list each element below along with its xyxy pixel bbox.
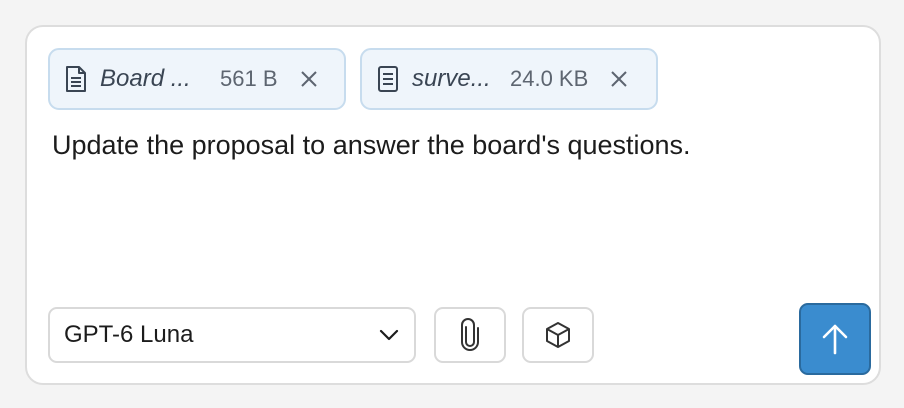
message-composer: Board ... 561 B surve... 24.0 KB Update … [25,25,881,385]
send-button[interactable] [799,303,871,375]
paperclip-icon [459,318,481,352]
cube-icon [543,320,573,350]
close-icon[interactable] [608,68,630,90]
attachment-chip[interactable]: surve... 24.0 KB [360,48,658,110]
tools-button[interactable] [522,307,594,363]
document-icon [376,65,400,93]
document-icon [64,65,88,93]
attachment-name: Board ... [100,65,191,92]
attachment-name: surve... [412,65,491,92]
arrow-up-icon [820,322,850,356]
attachment-size: 561 B [220,66,278,91]
model-select[interactable]: GPT-6 Luna [48,307,416,363]
close-icon[interactable] [298,68,320,90]
attachment-chip[interactable]: Board ... 561 B [48,48,346,110]
message-input[interactable]: Update the proposal to answer the board'… [52,130,691,161]
attachment-size: 24.0 KB [510,66,589,91]
chevron-down-icon [378,328,400,342]
model-select-value: GPT-6 Luna [64,321,194,348]
attach-file-button[interactable] [434,307,506,363]
